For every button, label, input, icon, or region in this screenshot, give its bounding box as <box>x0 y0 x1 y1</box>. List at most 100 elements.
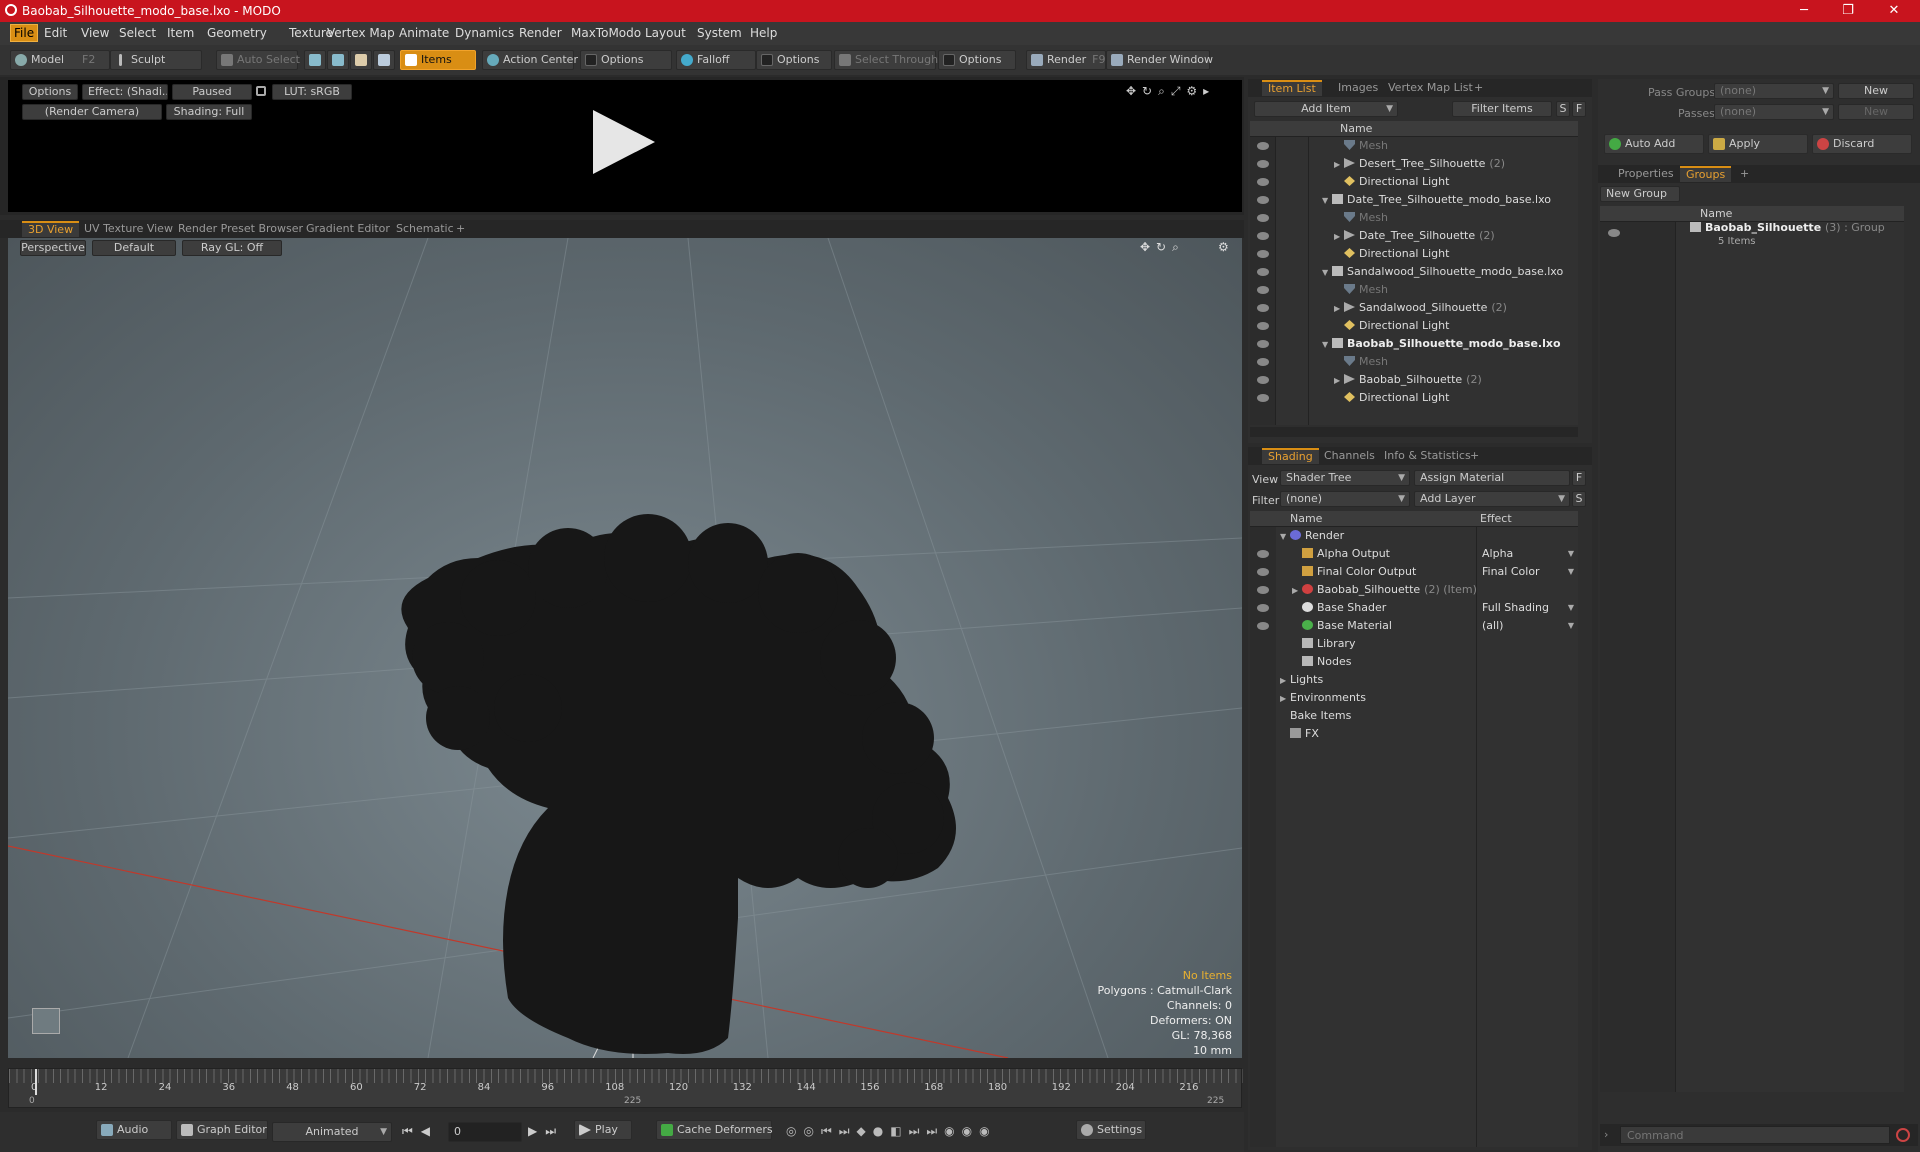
expand-arrow-icon[interactable]: ▶ <box>1280 672 1290 690</box>
viewport-settings-icon[interactable]: ⚙ <box>1218 240 1229 254</box>
new-group-button[interactable]: New Group <box>1600 186 1680 202</box>
skip-forward-icons[interactable]: ▶⏭ <box>528 1124 564 1139</box>
eye-icon[interactable] <box>1257 358 1269 366</box>
effect-select[interactable]: Final Color ▼ <box>1482 563 1576 581</box>
action-center-button[interactable]: Action Center <box>482 50 578 70</box>
menu-item[interactable]: Item <box>167 26 194 40</box>
shader-tree-row[interactable]: Library <box>1292 635 1359 653</box>
shading-f-button[interactable]: F <box>1572 470 1586 486</box>
shader-tree-row[interactable]: Base Material <box>1292 617 1396 635</box>
render-window-button[interactable]: Render Window <box>1106 50 1213 70</box>
tab-gradient-editor[interactable]: Gradient Editor <box>300 221 396 237</box>
menu-animate[interactable]: Animate <box>399 26 449 40</box>
auto-select-button[interactable]: Auto Select <box>216 50 300 70</box>
menu-render[interactable]: Render <box>519 26 562 40</box>
auto-add-button[interactable]: Auto Add <box>1604 134 1704 154</box>
shader-view-select[interactable]: Shader Tree ▼ <box>1280 470 1410 486</box>
menu-geometry[interactable]: Geometry <box>207 26 267 40</box>
animated-select[interactable]: Animated ▼ <box>272 1122 392 1142</box>
eye-icon[interactable] <box>1257 376 1269 384</box>
eye-icon[interactable] <box>1257 586 1269 594</box>
filter-items-button[interactable]: Filter Items <box>1452 101 1552 117</box>
shader-tree-row[interactable]: ▼ Render <box>1280 527 1348 545</box>
add-layer-select[interactable]: Add Layer ▼ <box>1414 491 1570 507</box>
pass-groups-select[interactable]: (none) ▼ <box>1714 83 1834 99</box>
viewport-controls-icon[interactable]: ✥↻⌕ <box>1140 240 1185 255</box>
menu-system[interactable]: System <box>697 26 742 40</box>
tab-render-preset-browser[interactable]: Render Preset Browser <box>172 221 309 237</box>
shader-tree-row[interactable]: ▶ Environments <box>1280 689 1370 707</box>
timeline-playhead[interactable] <box>35 1069 37 1095</box>
shader-tree-row[interactable]: Base Shader <box>1292 599 1390 617</box>
preview-effect-select[interactable]: Effect: (Shadi... <box>82 84 168 100</box>
render-button[interactable]: Render F9 <box>1026 50 1106 70</box>
command-input[interactable] <box>1620 1126 1890 1144</box>
eye-icon[interactable] <box>1257 394 1269 402</box>
default-style-select[interactable]: Default <box>92 240 176 256</box>
new-pass-group-button[interactable]: New <box>1838 83 1914 99</box>
eye-icon[interactable] <box>1608 229 1620 237</box>
tab-channels[interactable]: Channels <box>1318 448 1381 464</box>
preview-view-controls-icon[interactable]: ✥↻⌕⤢⚙▸ <box>1126 84 1215 99</box>
item-list-hscrollbar[interactable] <box>1250 427 1578 437</box>
command-record-icon[interactable] <box>1896 1128 1910 1142</box>
preview-options-button[interactable]: Options <box>22 84 78 100</box>
edges-mode-button[interactable] <box>327 50 349 70</box>
discard-button[interactable]: Discard <box>1812 134 1912 154</box>
tab-info-statistics[interactable]: Info & Statistics <box>1378 448 1477 464</box>
shader-tree[interactable]: ▼ Render Alpha Output Alpha ▼ Final Color Out… <box>1250 527 1578 1147</box>
vertices-mode-button[interactable] <box>304 50 326 70</box>
key-tools-icons[interactable]: ◎◎⏮⏭◆●◧⏭⏭◉◉◉ <box>786 1124 997 1139</box>
menu-dynamics[interactable]: Dynamics <box>455 26 514 40</box>
minimize-button[interactable]: ─ <box>1782 0 1826 22</box>
tab-images[interactable]: Images <box>1332 80 1384 96</box>
audio-button[interactable]: Audio <box>96 1120 172 1140</box>
menu-view[interactable]: View <box>81 26 109 40</box>
shading-filter-select[interactable]: (none) ▼ <box>1280 491 1410 507</box>
groups-tree[interactable]: Baobab_Silhouette (3) : Group 5 Items <box>1600 221 1904 1092</box>
eye-icon[interactable] <box>1257 268 1269 276</box>
apply-button[interactable]: Apply <box>1708 134 1808 154</box>
menu-maxtomodo[interactable]: MaxToModo <box>571 26 641 40</box>
current-frame-field[interactable]: 0 <box>448 1122 522 1142</box>
item-list-row[interactable]: ▶ Sandalwood_Silhouette (2) <box>1334 299 1507 317</box>
add-tab-button[interactable]: + <box>1468 80 1489 96</box>
tab-3d-view[interactable]: 3D View <box>22 221 80 237</box>
eye-icon[interactable] <box>1257 304 1269 312</box>
eye-icon[interactable] <box>1257 604 1269 612</box>
tab-uv-texture-view[interactable]: UV Texture View <box>78 221 179 237</box>
item-list-row[interactable]: ▶ Baobab_Silhouette (2) <box>1334 371 1482 389</box>
item-list-row[interactable]: Directional Light <box>1334 389 1453 407</box>
model-mode-button[interactable]: Model F2 <box>10 50 110 70</box>
item-list-f-button[interactable]: F <box>1572 101 1586 117</box>
action-center-options-button[interactable]: Options <box>580 50 672 70</box>
collapse-arrow-icon[interactable]: ▼ <box>1280 528 1290 546</box>
expand-arrow-icon[interactable]: ▶ <box>1334 156 1344 174</box>
add-tab-button[interactable]: + <box>1464 448 1485 464</box>
item-list-row[interactable]: Mesh <box>1334 137 1392 155</box>
eye-icon[interactable] <box>1257 196 1269 204</box>
item-list-row[interactable]: Directional Light <box>1334 317 1453 335</box>
ray-gl-select[interactable]: Ray GL: Off <box>182 240 282 256</box>
falloff-button[interactable]: Falloff <box>676 50 756 70</box>
eye-icon[interactable] <box>1257 622 1269 630</box>
shading-select[interactable]: Shading: Full <box>166 104 252 120</box>
menu-vertex-map[interactable]: Vertex Map <box>327 26 395 40</box>
maximize-button[interactable]: ❐ <box>1826 0 1870 22</box>
new-pass-button[interactable]: New <box>1838 104 1914 120</box>
select-options-button[interactable]: Options <box>938 50 1016 70</box>
menu-help[interactable]: Help <box>750 26 777 40</box>
shader-tree-row[interactable]: ▶ Lights <box>1280 671 1327 689</box>
eye-icon[interactable] <box>1257 340 1269 348</box>
settings-button[interactable]: Settings <box>1076 1120 1146 1140</box>
item-list-row[interactable]: ▼ Sandalwood_Silhouette_modo_base.lxo <box>1322 263 1567 281</box>
add-tab-button[interactable]: + <box>450 221 471 237</box>
select-through-button[interactable]: Select Through <box>834 50 938 70</box>
shader-tree-row[interactable]: Bake Items <box>1280 707 1355 725</box>
item-list-row[interactable]: ▼ Baobab_Silhouette_modo_base.lxo <box>1322 335 1565 353</box>
item-list-row[interactable]: ▼ Date_Tree_Silhouette_modo_base.lxo <box>1322 191 1555 209</box>
cache-deformers-button[interactable]: Cache Deformers <box>656 1120 773 1140</box>
menu-file[interactable]: File <box>10 24 39 42</box>
shader-tree-row[interactable]: ▶ Baobab_Silhouette (2) (Item) <box>1292 581 1477 599</box>
shader-tree-row[interactable]: FX <box>1280 725 1323 743</box>
